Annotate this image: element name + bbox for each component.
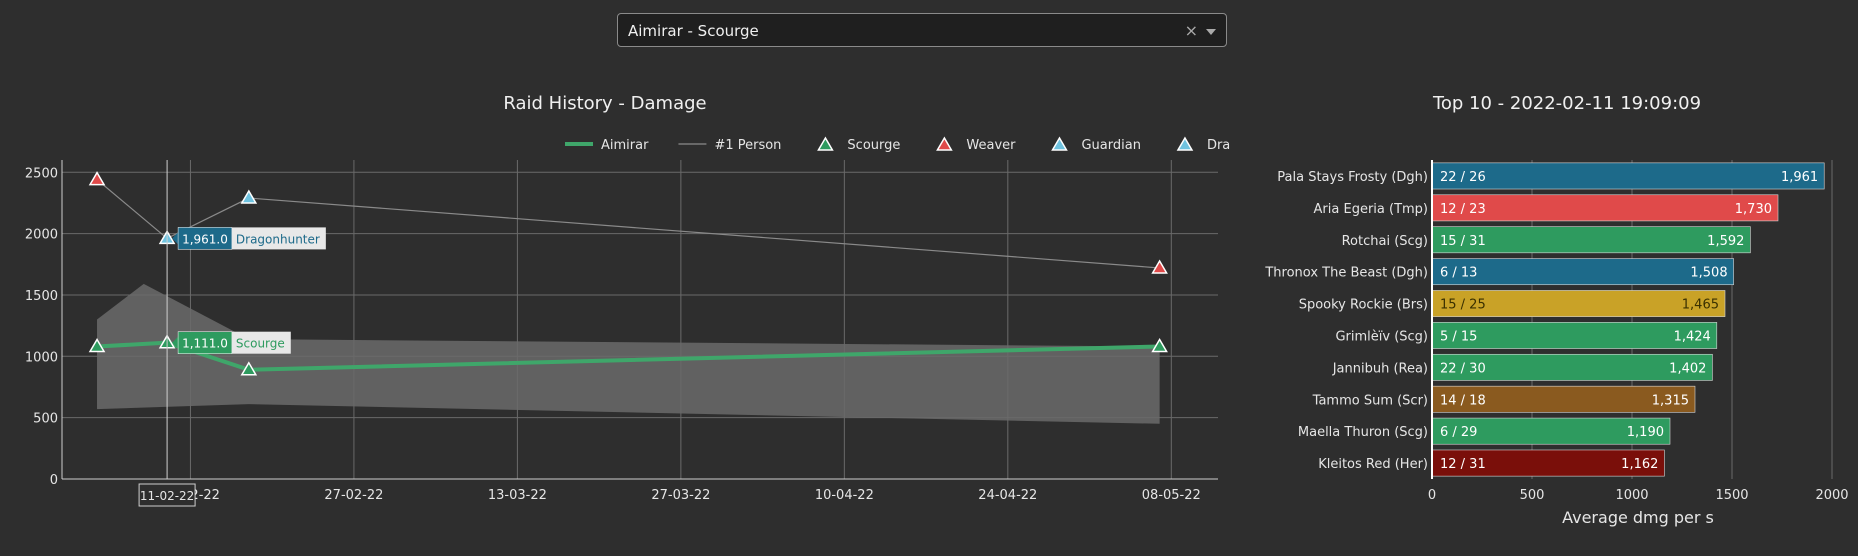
category-label: Kleitos Red (Her) — [1318, 457, 1428, 472]
bar-rank-label: 12 / 23 — [1440, 202, 1486, 217]
range-band — [97, 283, 1160, 424]
bar-rank-label: 5 / 15 — [1440, 329, 1477, 344]
bar-value-label: 1,315 — [1652, 393, 1689, 408]
bar-value-label: 1,961 — [1781, 170, 1818, 185]
bar-rank-label: 22 / 26 — [1440, 170, 1486, 185]
legend-label: Scourge — [847, 138, 900, 153]
marker-weaver — [88, 171, 106, 186]
bar-value-label: 1,402 — [1669, 361, 1706, 376]
marker-guardian — [240, 189, 258, 204]
bar-rank-label: 12 / 31 — [1440, 457, 1486, 472]
legend-label: Weaver — [966, 138, 1016, 153]
legend-label: Guardian — [1081, 138, 1140, 153]
bar-rank-label: 6 / 13 — [1440, 266, 1477, 281]
legend-swatch — [1176, 136, 1194, 151]
raid-history-chart: Raid History - Damage 0 500 1000 1500 2000 25… — [25, 93, 1230, 507]
bar-rank-label: 15 / 31 — [1440, 234, 1486, 249]
x-tick-label: 1500 — [1715, 488, 1748, 503]
category-label: Rotchai (Scg) — [1342, 234, 1428, 249]
top10-title: Top 10 - 2022-02-11 19:09:09 — [1432, 93, 1701, 114]
x-tick-label: 0 — [1428, 488, 1436, 503]
bar-rank-label: 15 / 25 — [1440, 298, 1486, 313]
bar-rank-label: 6 / 29 — [1440, 425, 1477, 440]
tooltip-label: Dragonhunter — [236, 232, 320, 246]
tooltip-value: 1,111.0 — [182, 337, 228, 351]
bar-value-label: 1,508 — [1690, 266, 1727, 281]
x-tick-label: 500 — [1520, 488, 1545, 503]
hover-x-label: 11-02-22 — [140, 489, 194, 503]
hover-tooltip: 1,111.0 Scourge — [172, 331, 291, 354]
bar-rank-label: 22 / 30 — [1440, 361, 1486, 376]
category-label: Aria Egeria (Tmp) — [1314, 202, 1428, 217]
raid-history-title: Raid History - Damage — [503, 93, 706, 114]
bar-value-label: 1,730 — [1735, 202, 1772, 217]
x-tick-label: 1000 — [1615, 488, 1648, 503]
bar-value-label: 1,190 — [1627, 425, 1664, 440]
top10-chart: Top 10 - 2022-02-11 19:09:09 Average dmg… — [1264, 93, 1848, 527]
legend-label: #1 Person — [714, 138, 781, 153]
y-tick-label: 1500 — [25, 289, 58, 304]
x-tick-label: 08-05-22 — [1142, 488, 1201, 503]
category-label: Pala Stays Frosty (Dgh) — [1277, 170, 1428, 185]
tooltip-label: Scourge — [236, 337, 285, 351]
legend-swatch — [1051, 136, 1068, 151]
category-label: Grimlèïv (Scg) — [1335, 329, 1428, 344]
x-tick-label: 2000 — [1815, 488, 1848, 503]
bar-value-label: 1,592 — [1707, 234, 1744, 249]
x-tick-label: 10-04-22 — [815, 488, 874, 503]
legend-swatch — [817, 136, 834, 151]
tooltip-value: 1,961.0 — [182, 232, 228, 246]
y-tick-label: 2500 — [25, 166, 58, 181]
bar-value-label: 1,162 — [1621, 457, 1658, 472]
legend-label: Aimirar — [601, 138, 649, 153]
category-label: Spooky Rockie (Brs) — [1299, 298, 1428, 313]
y-tick-label: 0 — [50, 473, 58, 488]
x-tick-label: 27-03-22 — [651, 488, 710, 503]
bar — [1431, 162, 1825, 190]
legend-swatch — [936, 136, 953, 151]
bar-value-label: 1,465 — [1682, 298, 1719, 313]
category-label: Jannibuh (Rea) — [1332, 361, 1428, 376]
x-tick-label: 13-03-22 — [488, 488, 547, 503]
legend-label: Dragonhunter — [1207, 138, 1230, 153]
hover-tooltip: 1,961.0 Dragonhunter — [172, 227, 326, 250]
bar-value-label: 1,424 — [1674, 329, 1711, 344]
category-label: Maella Thuron (Scg) — [1298, 425, 1428, 440]
category-label: Thronox The Beast (Dgh) — [1264, 266, 1428, 281]
top10-x-axis-title: Average dmg per s — [1562, 508, 1714, 527]
series-line-top-person — [96, 179, 1160, 269]
category-label: Tammo Sum (Scr) — [1312, 393, 1428, 408]
y-tick-label: 2000 — [25, 228, 58, 243]
y-tick-label: 1000 — [25, 350, 58, 365]
x-tick-label: 24-04-22 — [978, 488, 1037, 503]
bar-rank-label: 14 / 18 — [1440, 393, 1486, 408]
y-tick-label: 500 — [33, 412, 58, 427]
x-tick-label: 27-02-22 — [324, 488, 383, 503]
marker-weaver — [1151, 259, 1168, 274]
